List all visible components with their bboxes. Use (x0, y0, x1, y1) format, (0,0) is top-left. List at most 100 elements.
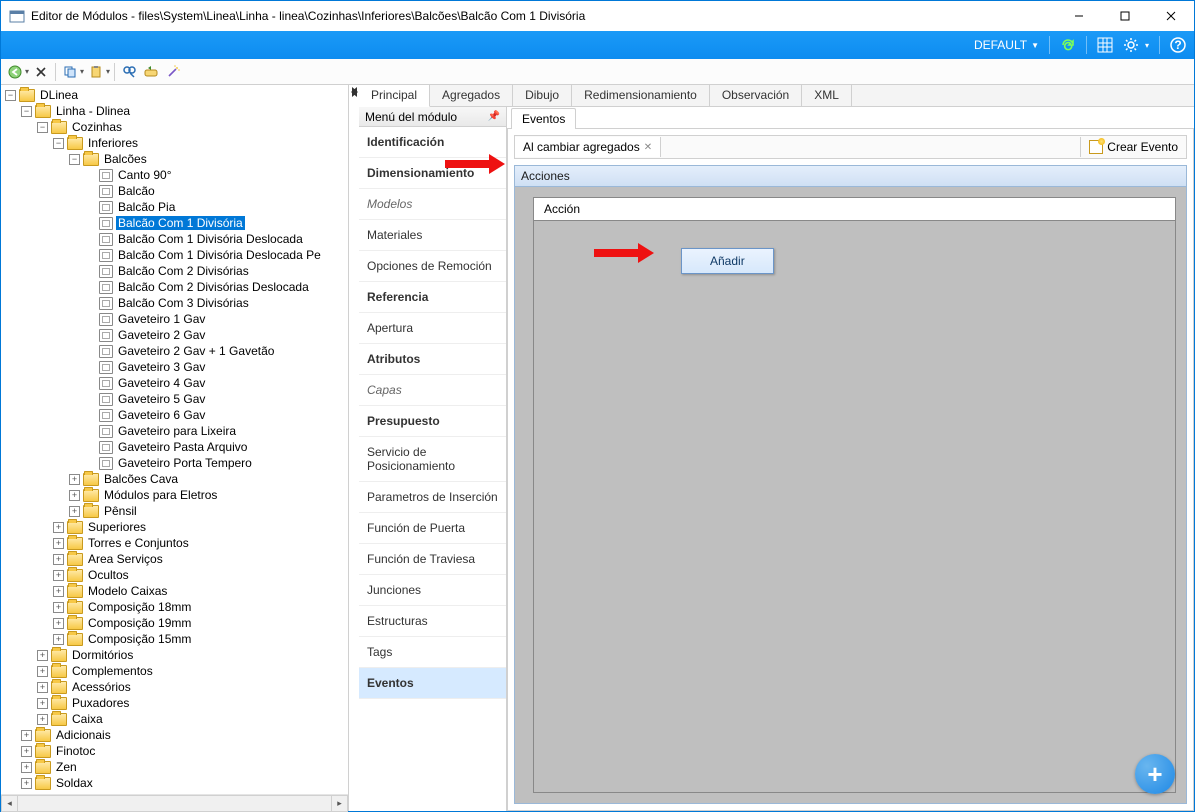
expand-icon[interactable]: + (21, 762, 32, 773)
tree-row[interactable]: +Complementos (1, 663, 348, 679)
nav-tree[interactable]: −DLinea−Linha - Dlinea−Cozinhas−Inferior… (1, 87, 348, 791)
tree-row[interactable]: +Zen (1, 759, 348, 775)
tab-dibujo[interactable]: Dibujo (513, 85, 572, 106)
tree-row[interactable]: +Soldax (1, 775, 348, 791)
tree-row[interactable]: Gaveteiro 1 Gav (1, 311, 348, 327)
pin-icon[interactable]: 📌 (488, 111, 500, 122)
tree-h-scrollbar[interactable]: ◂▸ (1, 794, 348, 811)
tree-row[interactable]: −Linha - Dlinea (1, 103, 348, 119)
menu-item-junciones[interactable]: Junciones (359, 575, 506, 606)
wand-icon[interactable] (163, 62, 183, 82)
tree-row[interactable]: +Caixa (1, 711, 348, 727)
create-event-button[interactable]: Crear Evento (1080, 137, 1186, 157)
tree-row[interactable]: +Puxadores (1, 695, 348, 711)
grid-icon[interactable] (1097, 37, 1113, 53)
expand-icon[interactable]: + (37, 650, 48, 661)
find-icon[interactable] (119, 62, 139, 82)
gear-icon[interactable]: ▾ (1123, 37, 1149, 53)
tree-row[interactable]: +Modelo Caixas (1, 583, 348, 599)
tree-row[interactable]: Balcão Pia (1, 199, 348, 215)
menu-item-servicio-de-posicionamiento[interactable]: Servicio de Posicionamiento (359, 437, 506, 482)
delete-icon[interactable] (31, 62, 51, 82)
tree-row[interactable]: +Balcões Cava (1, 471, 348, 487)
collapse-icon[interactable]: − (53, 138, 64, 149)
menu-item-capas[interactable]: Capas (359, 375, 506, 406)
tree-row[interactable]: Gaveteiro 2 Gav + 1 Gavetão (1, 343, 348, 359)
tree-row[interactable]: +Acessórios (1, 679, 348, 695)
tree-row[interactable]: −Inferiores (1, 135, 348, 151)
menu-item-parametros-de-inserci-n[interactable]: Parametros de Inserción (359, 482, 506, 513)
tree-row[interactable]: −Cozinhas (1, 119, 348, 135)
tree-row[interactable]: Balcão (1, 183, 348, 199)
collapse-icon[interactable]: − (69, 154, 80, 165)
tab-agregados[interactable]: Agregados (430, 85, 513, 106)
menu-item-funci-n-de-puerta[interactable]: Función de Puerta (359, 513, 506, 544)
context-menu-anadir[interactable]: Añadir (681, 248, 774, 274)
tree-row[interactable]: Balcão Com 1 Divisória (1, 215, 348, 231)
back-dropdown[interactable]: ▾ (25, 67, 29, 76)
collapse-icon[interactable]: − (5, 90, 16, 101)
tab-eventos[interactable]: Eventos (511, 108, 576, 129)
event-tab-open[interactable]: Al cambiar agregados ✕ (515, 137, 661, 157)
splitter[interactable] (349, 85, 359, 811)
tree-row[interactable]: Gaveteiro 5 Gav (1, 391, 348, 407)
expand-icon[interactable]: + (53, 554, 64, 565)
tree-row[interactable]: Gaveteiro 3 Gav (1, 359, 348, 375)
maximize-button[interactable] (1102, 1, 1148, 31)
collapse-icon[interactable]: − (21, 106, 32, 117)
copy-dropdown[interactable]: ▾ (80, 67, 84, 76)
close-icon[interactable]: ✕ (644, 142, 652, 153)
tree-row[interactable]: Gaveteiro Pasta Arquivo (1, 439, 348, 455)
collapse-icon[interactable]: − (37, 122, 48, 133)
menu-item-atributos[interactable]: Atributos (359, 344, 506, 375)
expand-icon[interactable]: + (53, 538, 64, 549)
tree-row[interactable]: +Torres e Conjuntos (1, 535, 348, 551)
menu-item-dimensionamiento[interactable]: Dimensionamiento (359, 158, 506, 189)
tab-redimensionamiento[interactable]: Redimensionamiento (572, 85, 710, 106)
tree-row[interactable]: +Finotoc (1, 743, 348, 759)
tree-row[interactable]: +Area Serviços (1, 551, 348, 567)
menu-item-identificaci-n[interactable]: Identificación (359, 127, 506, 158)
expand-icon[interactable]: + (53, 586, 64, 597)
menu-item-opciones-de-remoci-n[interactable]: Opciones de Remoción (359, 251, 506, 282)
tree-row[interactable]: Gaveteiro 4 Gav (1, 375, 348, 391)
expand-icon[interactable]: + (53, 570, 64, 581)
menu-item-funci-n-de-traviesa[interactable]: Función de Traviesa (359, 544, 506, 575)
expand-icon[interactable]: + (69, 474, 80, 485)
close-button[interactable] (1148, 1, 1194, 31)
tree-row[interactable]: Gaveteiro 2 Gav (1, 327, 348, 343)
tree-row[interactable]: Gaveteiro 6 Gav (1, 407, 348, 423)
expand-icon[interactable]: + (21, 746, 32, 757)
tree-row[interactable]: +Composição 18mm (1, 599, 348, 615)
acciones-table[interactable]: Acción Añadir (533, 197, 1176, 793)
expand-icon[interactable]: + (37, 714, 48, 725)
tab-observación[interactable]: Observación (710, 85, 802, 106)
expand-icon[interactable]: + (53, 618, 64, 629)
expand-icon[interactable]: + (69, 490, 80, 501)
tree-row[interactable]: +Superiores (1, 519, 348, 535)
replace-icon[interactable] (141, 62, 161, 82)
tab-principal[interactable]: Principal (359, 85, 430, 107)
tree-row[interactable]: +Módulos para Eletros (1, 487, 348, 503)
expand-icon[interactable]: + (21, 730, 32, 741)
paste-icon[interactable] (86, 62, 106, 82)
menu-item-apertura[interactable]: Apertura (359, 313, 506, 344)
menu-item-eventos[interactable]: Eventos (359, 668, 506, 699)
menu-item-materiales[interactable]: Materiales (359, 220, 506, 251)
tree-row[interactable]: +Pênsil (1, 503, 348, 519)
tree-row[interactable]: +Composição 15mm (1, 631, 348, 647)
tree-row[interactable]: Canto 90° (1, 167, 348, 183)
tree-row[interactable]: Balcão Com 1 Divisória Deslocada Pe (1, 247, 348, 263)
tree-row[interactable]: +Composição 19mm (1, 615, 348, 631)
tree-row[interactable]: Gaveteiro para Lixeira (1, 423, 348, 439)
expand-icon[interactable]: + (37, 666, 48, 677)
tree-row[interactable]: Balcão Com 2 Divisórias (1, 263, 348, 279)
tree-row[interactable]: Balcão Com 1 Divisória Deslocada (1, 231, 348, 247)
tree-row[interactable]: Balcão Com 2 Divisórias Deslocada (1, 279, 348, 295)
default-dropdown[interactable]: DEFAULT ▼ (974, 38, 1039, 52)
expand-icon[interactable]: + (53, 602, 64, 613)
tree-row[interactable]: −DLinea (1, 87, 348, 103)
tree-row[interactable]: +Adicionais (1, 727, 348, 743)
menu-item-tags[interactable]: Tags (359, 637, 506, 668)
menu-item-modelos[interactable]: Modelos (359, 189, 506, 220)
